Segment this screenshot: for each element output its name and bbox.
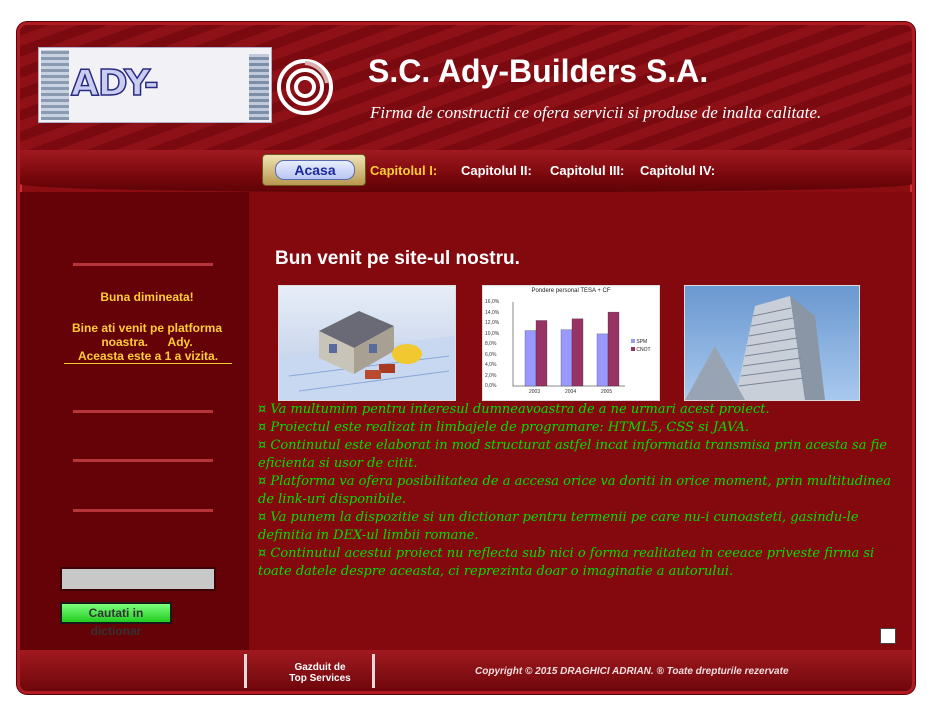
welcome-text: noastra. Ady.	[101, 335, 193, 349]
sidebar-divider	[73, 459, 213, 462]
logo-text: ADY-BUILDERS	[70, 62, 266, 122]
welcome-text: Bine ati venit pe platforma	[71, 321, 223, 335]
sidebar-divider	[73, 509, 213, 512]
nav-capitolul-3[interactable]: Capitolul III:	[550, 163, 624, 178]
hosted-by-label: Gazduit de	[294, 662, 346, 673]
chart-bar	[607, 311, 620, 387]
company-logo[interactable]: ADY-BUILDERS	[38, 47, 272, 123]
nav-capitolul-2[interactable]: Capitolul II:	[461, 163, 532, 178]
hosted-by-text[interactable]: Gazduit de Top Services	[272, 662, 368, 684]
nav-home-label: Acasa	[275, 160, 355, 180]
dictionary-search-button[interactable]: Cautati in dictionar	[60, 602, 172, 638]
chart-bar	[571, 318, 584, 387]
greeting-text: Buna dimineata!	[100, 290, 194, 304]
building-graphic	[249, 54, 269, 120]
intro-bullet-list: ¤ Va multumim pentru interesul dumneavoa…	[258, 401, 903, 581]
house-plans-image	[278, 285, 456, 401]
page-subtitle: Firma de constructii ce ofera servicii s…	[370, 103, 822, 122]
sidebar-divider	[73, 263, 213, 266]
bullet-item: ¤ Continutul este elaborat in mod struct…	[258, 438, 887, 471]
x-tick-label: 2005	[601, 389, 613, 395]
visit-counter: Aceasta este a 1 a vizita.	[64, 349, 232, 364]
sidebar-divider	[73, 410, 213, 413]
chart-bar	[535, 320, 548, 387]
footer: Gazduit de Top Services Copyright © 2015…	[20, 650, 912, 691]
skyscraper-image	[684, 285, 860, 401]
copyright-text: Copyright © 2015 DRAGHICI ADRIAN. ® Toat…	[475, 666, 789, 677]
bullet-item: ¤ Continutul acestui proiect nu reflecta…	[258, 546, 875, 579]
chart-bar	[560, 329, 573, 387]
chart-legend: SPM CNOT	[631, 338, 651, 354]
page-title: S.C. Ady-Builders S.A.	[368, 53, 709, 89]
chart-bar	[596, 333, 609, 387]
hosted-by-name: Top Services	[289, 673, 351, 684]
page-frame: ADY-BUILDERS S.C. Ady-Builders S.A. Firm…	[17, 22, 915, 694]
legend-item: CNOT	[636, 347, 651, 353]
bullet-item: ¤ Platforma va ofera posibilitatea de a …	[258, 474, 892, 507]
swirl-logo-icon	[277, 59, 333, 115]
bullet-item: ¤ Va punem la dispozitie si un dictionar…	[258, 510, 859, 543]
x-tick-label: 2004	[565, 389, 577, 395]
skyscraper-illustration	[685, 296, 825, 400]
bullet-item: ¤ Proiectul este realizat in limbajele d…	[258, 420, 750, 435]
bullet-item: ¤ Va multumim pentru interesul dumneavoa…	[258, 402, 770, 417]
nav-capitolul-4[interactable]: Capitolul IV:	[640, 163, 715, 178]
chart-bar	[524, 330, 537, 387]
nav-home-button[interactable]: Acasa	[262, 154, 366, 186]
option-checkbox[interactable]	[880, 628, 896, 644]
chart-image: Pondere personal TESA + CF 16,0% 14,0% 12,…	[482, 285, 660, 401]
house-illustration	[279, 311, 455, 400]
x-tick-label: 2003	[529, 389, 541, 395]
header: ADY-BUILDERS S.C. Ady-Builders S.A. Firm…	[20, 25, 912, 150]
legend-item: SPM	[636, 339, 648, 345]
building-graphic	[41, 50, 69, 120]
welcome-heading: Bun venit pe site-ul nostru.	[275, 248, 520, 269]
nav-capitolul-1[interactable]: Capitolul I:	[370, 163, 437, 178]
footer-divider	[244, 654, 247, 688]
footer-divider	[372, 654, 375, 688]
dictionary-search-input[interactable]	[60, 567, 216, 591]
